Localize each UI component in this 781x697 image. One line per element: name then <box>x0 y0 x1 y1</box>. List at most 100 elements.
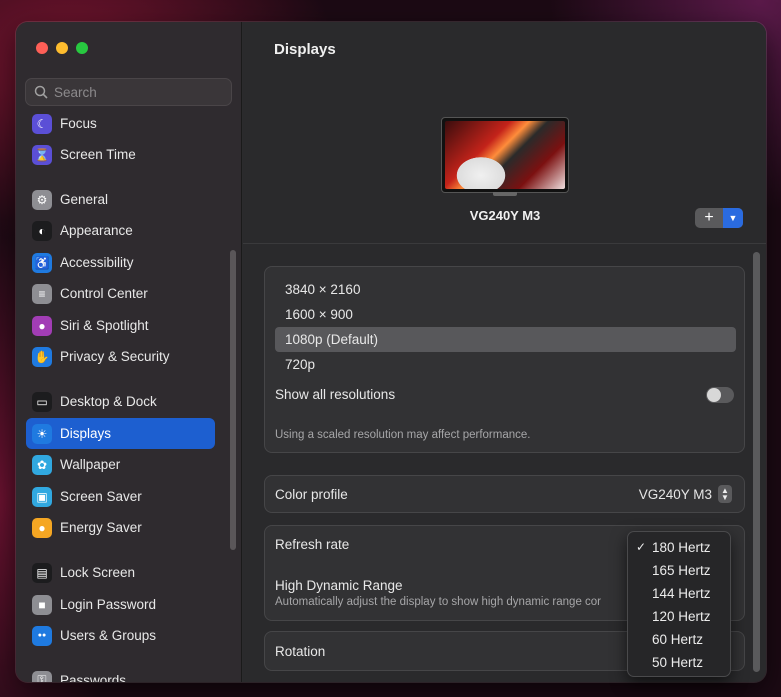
hourglass-icon: ⌛ <box>32 144 52 165</box>
flower-icon: ✿ <box>32 454 52 475</box>
resolution-option[interactable]: 3840 × 2160 <box>275 277 736 302</box>
show-all-resolutions-toggle[interactable] <box>706 387 734 403</box>
refresh-option[interactable]: 60 Hertz <box>628 628 730 651</box>
sidebar-item-users-groups[interactable]: ●● Users & Groups <box>26 620 215 651</box>
sidebar-item-label: Energy Saver <box>60 520 142 535</box>
search-input[interactable] <box>54 84 214 100</box>
sun-icon: ☀ <box>32 423 52 444</box>
add-display-button[interactable]: + ▼ <box>695 208 743 228</box>
search-field[interactable] <box>25 78 232 106</box>
dock-icon: ▭ <box>32 391 52 412</box>
sidebar-item-label: Users & Groups <box>60 628 157 643</box>
refresh-option[interactable]: 120 Hertz <box>628 605 730 628</box>
main-scrollbar[interactable] <box>753 252 760 672</box>
color-profile-label: Color profile <box>275 487 348 502</box>
up-down-chevron-icon: ▲ ▼ <box>718 485 732 503</box>
key-icon: ⚿ <box>32 670 52 682</box>
refresh-option-selected[interactable]: ✓ 180 Hertz <box>628 536 730 559</box>
lock-icon: ■ <box>32 594 52 615</box>
refresh-option[interactable]: 144 Hertz <box>628 582 730 605</box>
sidebar-item-label: Passwords <box>60 673 127 682</box>
color-profile-value: VG240Y M3 <box>638 486 712 502</box>
color-profile-popup[interactable]: VG240Y M3 ▲ ▼ <box>639 485 732 503</box>
minimize-window-button[interactable] <box>56 42 68 54</box>
sidebar-item-displays[interactable]: ☀ Displays <box>26 418 215 449</box>
sidebar-item-label: Screen Saver <box>60 489 142 504</box>
sidebar-item-login-password[interactable]: ■ Login Password <box>26 589 215 620</box>
monitor-stand <box>493 192 517 196</box>
sidebar-item-general[interactable]: ⚙ General <box>26 184 215 215</box>
refresh-option[interactable]: 165 Hertz <box>628 559 730 582</box>
chevron-down-icon[interactable]: ▼ <box>723 208 743 228</box>
refresh-option-label: 60 Hertz <box>652 632 704 647</box>
refresh-option-label: 144 Hertz <box>652 586 711 601</box>
refresh-option[interactable]: 50 Hertz <box>628 651 730 674</box>
color-profile-row: Color profile VG240Y M3 ▲ ▼ <box>264 475 745 513</box>
page-title: Displays <box>274 41 336 58</box>
resolution-group: 3840 × 2160 1600 × 900 1080p (Default) 7… <box>264 266 745 453</box>
sidebar-item-label: Privacy & Security <box>60 349 170 364</box>
sidebar-item-label: Appearance <box>60 223 133 238</box>
sidebar-item-label: Focus <box>60 116 97 131</box>
sidebar: ☾ Focus ⌛ Screen Time ⚙ General ◐ Appearance ♿ Ac… <box>16 22 242 682</box>
sidebar-item-label: Lock Screen <box>60 565 136 580</box>
sidebar-item-label: Login Password <box>60 597 157 612</box>
gear-icon: ⚙ <box>32 189 52 210</box>
plus-icon[interactable]: + <box>695 208 723 228</box>
sidebar-scrollbar[interactable] <box>230 250 236 550</box>
sidebar-item-energy-saver[interactable]: ● Energy Saver <box>26 512 215 543</box>
refresh-rate-label: Refresh rate <box>275 537 350 552</box>
refresh-option-label: 50 Hertz <box>652 655 704 670</box>
monitor-thumbnail[interactable] <box>442 118 568 192</box>
siri-icon: ● <box>32 315 52 336</box>
sidebar-item-appearance[interactable]: ◐ Appearance <box>26 215 215 246</box>
sidebar-item-label: Accessibility <box>60 255 134 270</box>
show-all-resolutions-label: Show all resolutions <box>275 387 396 402</box>
accessibility-icon: ♿ <box>32 252 52 273</box>
sidebar-item-label: Screen Time <box>60 147 136 162</box>
sidebar-item-screen-time[interactable]: ⌛ Screen Time <box>26 139 215 170</box>
hdr-label: High Dynamic Range <box>275 578 403 593</box>
refresh-option-label: 180 Hertz <box>652 540 711 555</box>
sidebar-list: ☾ Focus ⌛ Screen Time ⚙ General ◐ Appearance ♿ Ac… <box>16 108 242 682</box>
resolution-option-selected[interactable]: 1080p (Default) <box>275 327 736 352</box>
appearance-icon: ◐ <box>32 220 52 241</box>
monitor-wallpaper <box>445 121 565 189</box>
maximize-window-button[interactable] <box>76 42 88 54</box>
sidebar-item-label: Displays <box>60 426 112 441</box>
sidebar-item-label: General <box>60 192 109 207</box>
sidebar-item-label: Siri & Spotlight <box>60 318 149 333</box>
users-icon: ●● <box>32 625 52 646</box>
search-icon <box>34 85 48 99</box>
sidebar-item-label: Control Center <box>60 286 148 301</box>
display-arrangement-pane: Displays VG240Y M3 + ▼ <box>243 22 766 244</box>
sidebar-item-focus[interactable]: ☾ Focus <box>26 108 215 139</box>
sidebar-item-accessibility[interactable]: ♿ Accessibility <box>26 247 215 278</box>
sidebar-item-screen-saver[interactable]: ▣ Screen Saver <box>26 481 215 512</box>
sidebar-item-lock-screen[interactable]: ▤ Lock Screen <box>26 557 215 588</box>
sidebar-item-label: Wallpaper <box>60 457 121 472</box>
refresh-option-label: 165 Hertz <box>652 563 711 578</box>
moon-icon: ☾ <box>32 113 52 134</box>
rotation-label: Rotation <box>275 644 326 659</box>
scaled-resolution-note: Using a scaled resolution may affect per… <box>275 429 531 441</box>
sidebar-item-privacy-security[interactable]: ✋ Privacy & Security <box>26 341 215 372</box>
window-controls <box>36 42 88 54</box>
hand-icon: ✋ <box>32 346 52 367</box>
hdr-description: Automatically adjust the display to show… <box>275 596 602 608</box>
checkmark-icon: ✓ <box>636 540 647 554</box>
screensaver-icon: ▣ <box>32 486 52 507</box>
sidebar-item-wallpaper[interactable]: ✿ Wallpaper <box>26 449 215 480</box>
resolution-option[interactable]: 720p <box>275 352 736 377</box>
sidebar-item-desktop-dock[interactable]: ▭ Desktop & Dock <box>26 386 215 417</box>
sidebar-item-control-center[interactable]: ≡ Control Center <box>26 278 215 309</box>
sidebar-item-passwords[interactable]: ⚿ Passwords <box>26 665 215 682</box>
toggles-icon: ≡ <box>32 283 52 304</box>
resolution-option[interactable]: 1600 × 900 <box>275 302 736 327</box>
refresh-option-label: 120 Hertz <box>652 609 711 624</box>
refresh-rate-menu: ✓ 180 Hertz 165 Hertz 144 Hertz 120 Hert… <box>627 531 731 677</box>
sidebar-item-siri-spotlight[interactable]: ● Siri & Spotlight <box>26 310 215 341</box>
close-window-button[interactable] <box>36 42 48 54</box>
lock-screen-icon: ▤ <box>32 562 52 583</box>
bulb-icon: ● <box>32 517 52 538</box>
